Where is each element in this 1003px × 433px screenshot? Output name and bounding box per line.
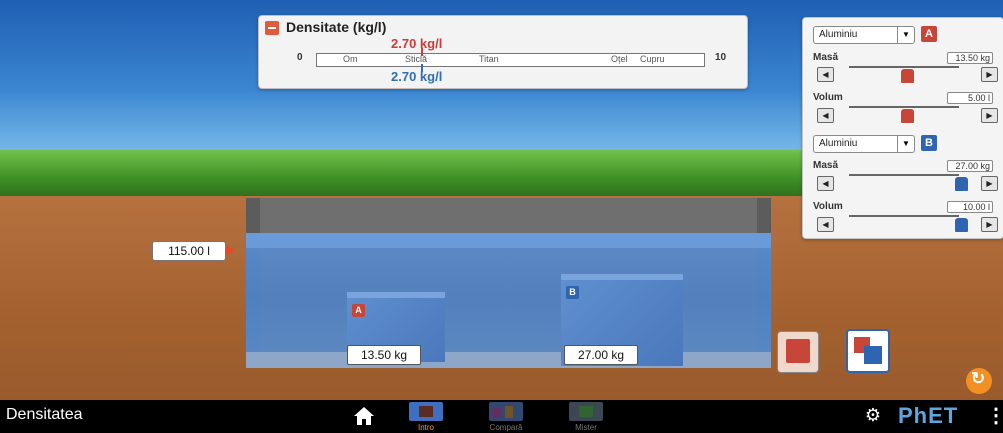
left-arrow-icon[interactable]: ◀ [817,108,834,123]
tab-compara[interactable]: Compară [481,401,531,433]
menu-icon[interactable]: ⋮ [986,403,1003,428]
reset-icon[interactable] [966,368,992,394]
volume-slider-track-b [849,215,959,217]
left-arrow-icon[interactable]: ◀ [817,176,834,191]
two-blocks-toggle[interactable] [846,329,890,373]
density-panel-title: Densitate (kg/l) [286,19,387,35]
right-arrow-icon[interactable]: ▶ [981,67,998,82]
block-a-mass-label: 13.50 kg [347,345,421,365]
mass-slider-thumb-a[interactable] [901,69,914,83]
intro-screen-icon [409,402,443,421]
app-title: Densitatea [6,406,83,423]
block-b-tag: B [566,286,579,299]
tab-intro[interactable]: Intro [401,401,451,433]
material-select-a-value: Aluminiu [819,29,858,40]
scale-label-titan: Titan [479,54,499,64]
settings-icon[interactable]: ⚙ [862,404,884,426]
block-a-tag: A [352,304,365,317]
mass-slider-track-a [849,66,959,68]
volume-value-b: 10.00 l [947,201,993,213]
tab-mister[interactable]: Mister [561,401,611,433]
density-scale: Om Sticlă Titan Oțel Cupru [316,48,705,72]
volume-density-readout: 2.70 kg/l [391,69,443,84]
one-block-toggle[interactable] [777,331,819,373]
scale-min-label: 0 [297,52,303,63]
dropdown-arrow-icon: ▼ [897,27,914,43]
water-level-readout: 115.00 l [152,241,226,261]
scale-max-label: 10 [715,52,727,63]
control-panel: Aluminiu ▼ A Masă 13.50 kg ◀ ▶ Volum 5.0… [802,17,1003,239]
right-arrow-icon[interactable]: ▶ [981,217,998,232]
pool-back-wall [246,198,771,238]
mass-slider-thumb-b[interactable] [955,177,968,191]
left-arrow-icon[interactable]: ◀ [817,67,834,82]
mass-density-readout: 2.70 kg/l [391,36,443,51]
volume-slider-thumb-a[interactable] [901,109,914,123]
scale-label-otel: Oțel [611,54,628,64]
block-b-badge: B [921,135,937,151]
sim-scene: Densitate (kg/l) 2.70 kg/l 0 Om Sticlă T… [0,0,1003,400]
tab-compara-label: Compară [489,423,523,432]
volume-label-a: Volum [813,92,843,103]
mass-value-a: 13.50 kg [947,52,993,64]
compare-screen-icon [489,402,523,421]
scale-label-om: Om [343,54,358,64]
block-a-badge: A [921,26,937,42]
tab-intro-label: Intro [417,423,434,432]
mystery-screen-icon [569,402,603,421]
volume-label-b: Volum [813,201,843,212]
material-select-a[interactable]: Aluminiu ▼ [813,26,915,44]
mass-label-b: Masă [813,160,839,171]
left-arrow-icon[interactable]: ◀ [817,217,834,232]
pool-floor [246,352,771,368]
block-b-mass-label: 27.00 kg [564,345,638,365]
volume-slider-track-a [849,106,959,108]
water-surface [246,233,771,248]
tab-mister-label: Mister [575,423,597,432]
volume-slider-thumb-b[interactable] [955,218,968,232]
water-level-arrow-icon [226,245,235,255]
material-select-b-value: Aluminiu [819,138,858,149]
mass-value-b: 27.00 kg [947,160,993,172]
water [246,233,771,363]
right-arrow-icon[interactable]: ▶ [981,176,998,191]
collapse-icon[interactable] [265,21,279,35]
red-block-icon [786,339,810,363]
scale-label-sticla: Sticlă [405,54,428,64]
home-icon[interactable] [352,405,376,427]
blue-block-icon [864,346,882,364]
mass-density-marker [421,48,423,56]
phet-logo[interactable]: PhET [898,403,958,429]
volume-value-a: 5.00 l [947,92,993,104]
mass-slider-track-b [849,174,959,176]
right-arrow-icon[interactable]: ▶ [981,108,998,123]
mass-label-a: Masă [813,52,839,63]
material-select-b[interactable]: Aluminiu ▼ [813,135,915,153]
dropdown-arrow-icon: ▼ [897,136,914,152]
scale-label-cupru: Cupru [640,54,665,64]
density-panel: Densitate (kg/l) 2.70 kg/l 0 Om Sticlă T… [258,15,748,89]
